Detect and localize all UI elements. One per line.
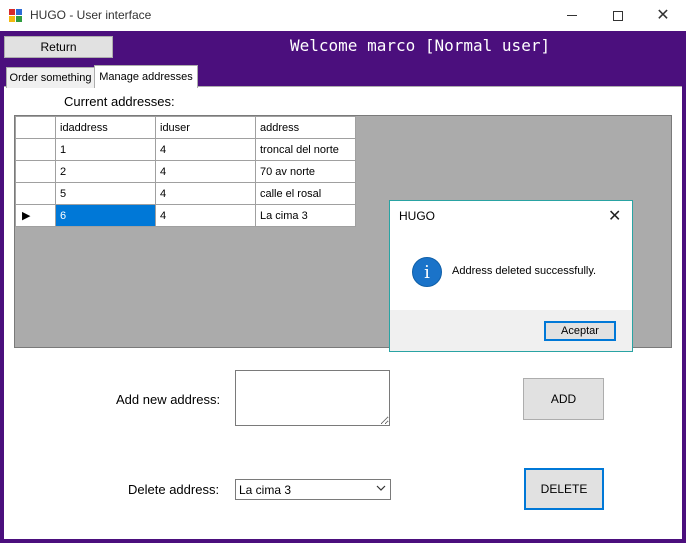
- chevron-down-icon[interactable]: [376, 483, 386, 496]
- dialog-message: Address deleted successfully.: [452, 265, 597, 277]
- column-header-address[interactable]: address: [255, 116, 356, 139]
- window-titlebar[interactable]: HUGO - User interface ✕: [0, 0, 686, 31]
- maximize-icon: [613, 10, 623, 21]
- dialog-ok-button[interactable]: Aceptar: [544, 321, 616, 341]
- cell-idaddress[interactable]: 2: [55, 160, 156, 183]
- column-header-iduser[interactable]: iduser: [155, 116, 256, 139]
- cell-iduser[interactable]: 4: [155, 182, 256, 205]
- row-header[interactable]: [15, 138, 56, 161]
- delete-address-label: Delete address:: [128, 482, 220, 497]
- window-title: HUGO - User interface: [30, 8, 152, 22]
- app-icon: [9, 9, 23, 22]
- new-address-input[interactable]: [235, 370, 390, 426]
- table-row[interactable]: 2 4 70 av norte: [15, 160, 356, 183]
- add-button[interactable]: ADD: [523, 378, 604, 420]
- close-icon: ✕: [656, 6, 670, 24]
- header-bar: Return Welcome marco [Normal user]: [0, 31, 686, 63]
- cell-address[interactable]: La cima 3: [255, 204, 356, 227]
- current-row-arrow-icon[interactable]: ▶: [15, 204, 56, 227]
- minimize-icon: [567, 15, 577, 16]
- table-row[interactable]: 5 4 calle el rosal: [15, 182, 356, 205]
- cell-iduser[interactable]: 4: [155, 160, 256, 183]
- addresses-table[interactable]: idaddress iduser address 1 4 troncal del…: [15, 116, 356, 227]
- column-header-idaddress[interactable]: idaddress: [55, 116, 156, 139]
- table-row[interactable]: 1 4 troncal del norte: [15, 138, 356, 161]
- maximize-button[interactable]: [595, 0, 641, 31]
- message-box-dialog: HUGO ✕ i Address deleted successfully. A…: [389, 200, 633, 352]
- cell-address[interactable]: troncal del norte: [255, 138, 356, 161]
- cell-address[interactable]: 70 av norte: [255, 160, 356, 183]
- delete-button[interactable]: DELETE: [524, 468, 604, 510]
- return-button[interactable]: Return: [4, 36, 113, 58]
- row-header[interactable]: [15, 160, 56, 183]
- cell-iduser[interactable]: 4: [155, 204, 256, 227]
- dialog-title: HUGO: [399, 209, 435, 223]
- cell-iduser[interactable]: 4: [155, 138, 256, 161]
- add-address-label: Add new address:: [116, 392, 221, 407]
- dialog-close-icon[interactable]: ✕: [608, 206, 621, 226]
- tab-manage-addresses[interactable]: Manage addresses: [94, 65, 198, 88]
- table-row-current[interactable]: ▶ 6 4 La cima 3: [15, 204, 356, 227]
- table-header-row: idaddress iduser address: [15, 116, 356, 139]
- tab-order-something[interactable]: Order something: [6, 67, 95, 88]
- current-addresses-label: Current addresses:: [64, 94, 175, 109]
- cell-address[interactable]: calle el rosal: [255, 182, 356, 205]
- welcome-message: Welcome marco [Normal user]: [290, 36, 551, 55]
- cell-idaddress[interactable]: 1: [55, 138, 156, 161]
- row-header-corner[interactable]: [15, 116, 56, 139]
- close-button[interactable]: ✕: [640, 0, 686, 31]
- minimize-button[interactable]: [549, 0, 595, 31]
- frame-border-bottom: [0, 539, 686, 543]
- dialog-titlebar[interactable]: HUGO ✕: [390, 201, 632, 231]
- delete-address-select[interactable]: La cima 3: [235, 479, 391, 500]
- frame-border-right: [682, 63, 686, 543]
- cell-idaddress-selected[interactable]: 6: [55, 204, 156, 227]
- info-icon: i: [412, 257, 442, 287]
- cell-idaddress[interactable]: 5: [55, 182, 156, 205]
- row-header[interactable]: [15, 182, 56, 205]
- delete-address-selected-value: La cima 3: [239, 482, 292, 497]
- dialog-body: i Address deleted successfully.: [390, 231, 632, 310]
